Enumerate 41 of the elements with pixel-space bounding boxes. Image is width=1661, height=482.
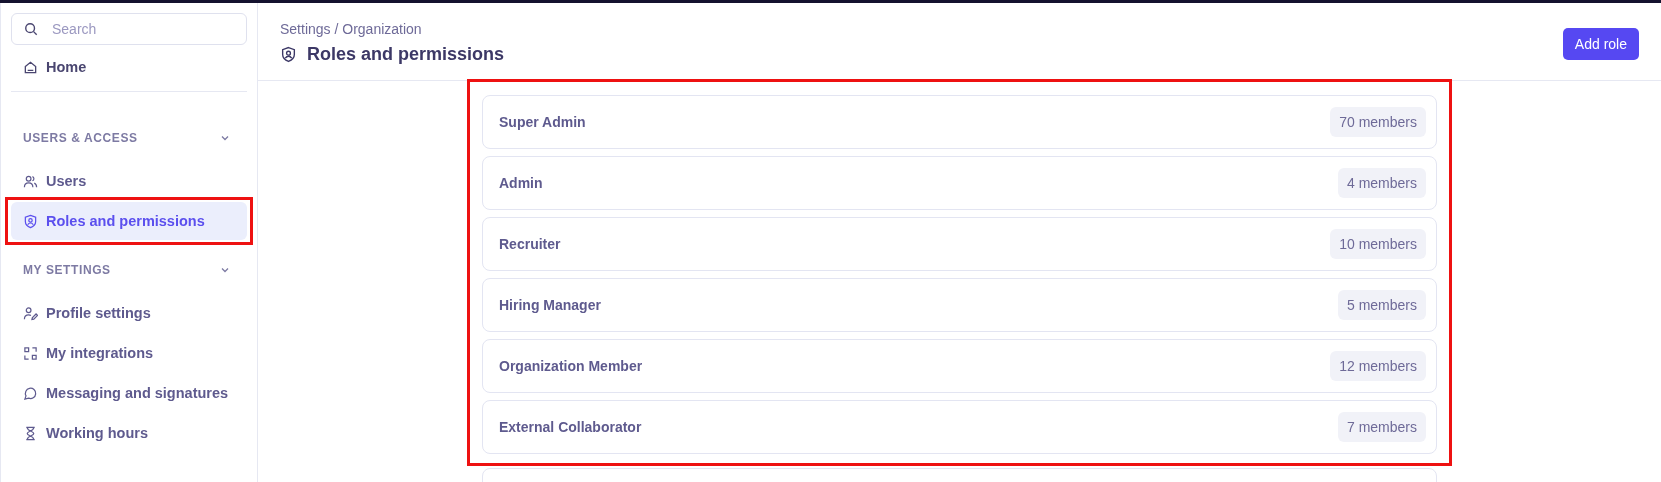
role-name: Recruiter	[499, 236, 561, 252]
member-count-badge: 70 members	[1330, 107, 1426, 137]
breadcrumb: Settings / Organization	[280, 21, 423, 37]
role-name: Admin	[499, 175, 543, 191]
page-title: Roles and permissions	[307, 44, 505, 65]
section-heading: USERS & ACCESS	[23, 131, 138, 145]
member-count-badge: 5 members	[1337, 290, 1426, 320]
shield-user-icon	[280, 46, 297, 63]
shield-user-icon	[23, 213, 38, 229]
nav-item[interactable]: Home	[11, 49, 247, 85]
member-count-badge: 12 members	[1330, 351, 1426, 381]
role-name: External Collaborator	[499, 419, 642, 435]
nav-item[interactable]: Roles and permissions	[11, 202, 247, 240]
section-heading: MY SETTINGS	[23, 263, 111, 277]
user-edit-icon	[23, 305, 38, 321]
role-card[interactable]: Recruiter 10 members	[482, 217, 1437, 271]
nav-item[interactable]: Profile settings	[11, 294, 247, 332]
role-card[interactable]: Super Admin 70 members	[482, 95, 1437, 149]
role-name: Super Admin	[499, 114, 586, 130]
nav-item[interactable]: Working hours	[11, 414, 247, 452]
search-field[interactable]: Search	[11, 13, 247, 45]
role-name: Organization Member	[499, 358, 643, 374]
role-card[interactable]: Hiring Manager 5 members	[482, 278, 1437, 332]
search-icon	[24, 22, 38, 36]
role-name: Hiring Manager	[499, 297, 601, 313]
search-input[interactable]: Search	[50, 20, 234, 38]
role-card[interactable]: Organization Member 12 members	[482, 339, 1437, 393]
role-card[interactable]: External Collaborator 7 members	[482, 400, 1437, 454]
users-icon	[23, 173, 38, 189]
nav-item[interactable]: My integrations	[11, 334, 247, 372]
nav-item[interactable]: Messaging and signatures	[11, 374, 247, 412]
home-icon	[23, 59, 38, 75]
hourglass-icon	[23, 425, 38, 441]
member-count-badge: 7 members	[1337, 412, 1426, 442]
add-role-button[interactable]: Add role	[1562, 28, 1639, 60]
member-count-badge: 4 members	[1337, 168, 1426, 198]
member-count-badge: 10 members	[1330, 229, 1426, 259]
nav-item[interactable]: Users	[11, 162, 247, 200]
chat-bubble-icon	[23, 385, 38, 401]
integrations-icon	[23, 345, 38, 361]
role-card[interactable]: Admin 4 members	[482, 156, 1437, 210]
